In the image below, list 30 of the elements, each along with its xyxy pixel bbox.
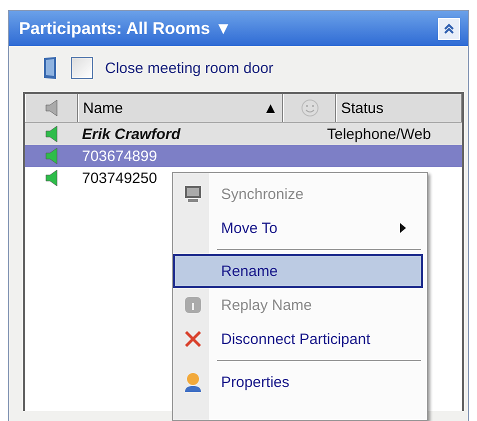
column-header[interactable]: Status [336, 94, 462, 122]
menu-item[interactable]: Disconnect Participant [173, 322, 423, 356]
participant-name: Erik Crawford [81, 126, 182, 142]
column-title: Status [341, 100, 384, 116]
person-icon [183, 371, 203, 393]
speaker-icon [44, 147, 58, 165]
sort-arrow: ▲ [263, 100, 278, 116]
collapse-button[interactable] [438, 18, 460, 40]
speaker-icon [44, 169, 58, 187]
double-chevron-icon [443, 22, 455, 34]
close-icon [183, 329, 203, 349]
participant-name: 703674899 [81, 148, 158, 164]
monitor-icon [184, 185, 202, 203]
participant-name: 703749250 [81, 170, 158, 186]
menu-item[interactable]: Properties [173, 365, 423, 399]
column-header[interactable]: Name ▲ [78, 94, 283, 122]
checkbox[interactable] [71, 57, 93, 79]
column-title: Name [83, 100, 124, 116]
column-header[interactable] [25, 94, 78, 122]
smiley-icon [300, 99, 318, 117]
info-icon [184, 296, 202, 314]
speaker-icon [44, 99, 58, 117]
menu-item[interactable]: Move To [173, 211, 423, 245]
participant-row[interactable]: Erik Crawford Telephone/Web [25, 123, 462, 145]
checkbox-label: Close meeting room door [105, 60, 274, 76]
participant-row[interactable]: 703674899 [25, 145, 462, 167]
menu-item[interactable]: Rename [173, 254, 423, 288]
door-icon [43, 56, 59, 80]
participant-status: Telephone/Web [327, 126, 432, 142]
speaker-icon [44, 125, 58, 143]
